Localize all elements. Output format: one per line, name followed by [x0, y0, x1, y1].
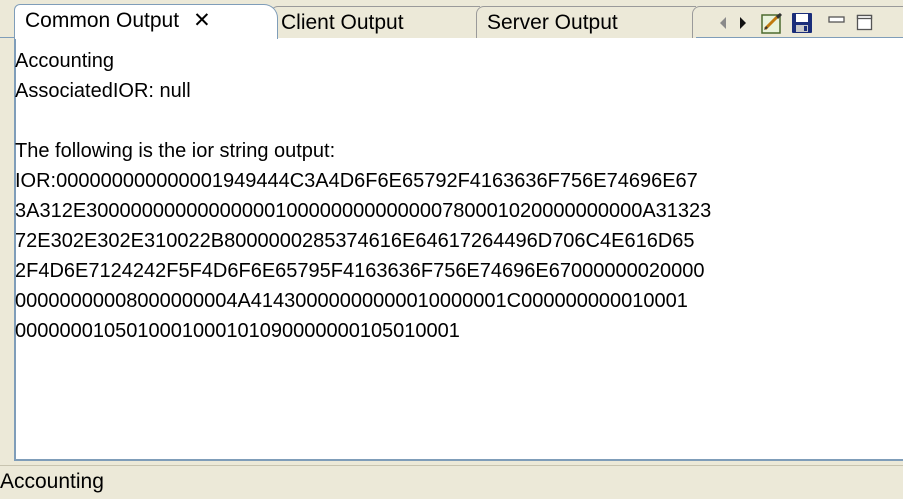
- tab-label: Client Output: [281, 11, 404, 34]
- tab-server-output[interactable]: Server Output: [476, 6, 696, 38]
- status-bar: Accounting: [0, 465, 903, 499]
- tab-label: Server Output: [487, 11, 618, 34]
- ior-line: 00000000008000000004A4143000000000001000…: [15, 290, 688, 312]
- tab-common-output[interactable]: Common Output ✕: [14, 4, 278, 39]
- tab-overflow-area: [692, 6, 903, 38]
- output-line: AssociatedIOR: null: [15, 80, 191, 102]
- output-line: The following is the ior string output:: [15, 140, 336, 162]
- status-text: Accounting: [0, 470, 104, 493]
- ior-line: IOR:000000000000001949444C3A4D6F6E65792F…: [15, 170, 698, 192]
- ior-line: 0000000105010001000101090000000105010001: [15, 320, 460, 342]
- ior-line: 3A312E3000000000000000010000000000000078…: [15, 200, 712, 222]
- tab-client-output[interactable]: Client Output: [270, 6, 480, 38]
- close-icon[interactable]: ✕: [193, 5, 211, 37]
- ior-line: 72E302E302E310022B8000000285374616E64617…: [15, 230, 695, 252]
- tab-label: Common Output: [25, 9, 180, 32]
- output-line: Accounting: [15, 50, 114, 72]
- ior-line: 2F4D6E7124242F5F4D6F6E65795F4163636F756E…: [15, 260, 705, 282]
- view-tab-bar: Common Output ✕ Client Output Server Outp…: [0, 0, 903, 39]
- output-text: Accounting AssociatedIOR: null The follo…: [15, 46, 885, 346]
